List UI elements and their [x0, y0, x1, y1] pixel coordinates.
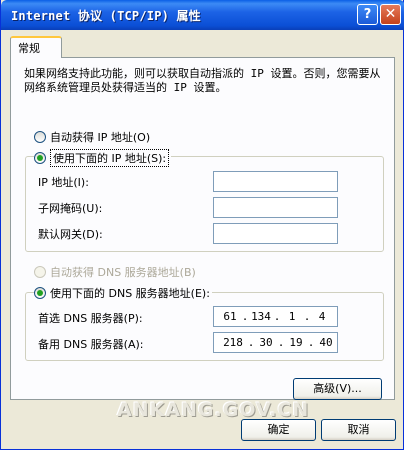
octet-separator: . [307, 336, 315, 349]
preferred-dns-octet: 134 [251, 310, 271, 323]
alternate-dns-octet: 218 [223, 336, 243, 349]
general-panel: 如果网络支持此功能，则可以获取自动指派的 IP 设置。否则，您需要从网络系统管理… [10, 57, 395, 400]
dialog-window: Internet 协议 (TCP/IP) 属性 ? ✕ 常规 如果网络支持此功能… [0, 0, 404, 450]
ip-auto-radio[interactable]: 自动获得 IP 地址(O) [34, 129, 150, 145]
octet-separator: . [303, 310, 311, 323]
ip-auto-label: 自动获得 IP 地址(O) [50, 131, 151, 144]
dns-manual-radio-icon [34, 287, 46, 299]
close-button[interactable]: ✕ [380, 4, 401, 25]
advanced-button[interactable]: 高级(V)... [293, 378, 382, 400]
dns-auto-radio: 自动获得 DNS 服务器地址(B) [34, 264, 196, 280]
cancel-button[interactable]: 取消 [321, 419, 396, 441]
ip-address-input[interactable] [213, 171, 338, 192]
preferred-dns-input[interactable]: 61 . 134 . 1 . 4 [213, 306, 338, 327]
dns-manual-label: 使用下面的 DNS 服务器地址(E): [50, 287, 210, 300]
window-title: Internet 协议 (TCP/IP) 属性 [11, 9, 201, 23]
radio-selected-dot [37, 290, 43, 296]
subnet-mask-input[interactable] [213, 197, 338, 218]
alternate-dns-octet: 30 [259, 336, 273, 349]
default-gateway-label: 默认网关(D): [38, 228, 103, 241]
ip-manual-radio[interactable]: 使用下面的 IP 地址(S): [34, 149, 172, 167]
dns-manual-radio[interactable]: 使用下面的 DNS 服务器地址(E): [34, 285, 212, 301]
site-watermark: ANKANG.GOV.CN [117, 399, 310, 421]
ip-address-label: IP 地址(I): [38, 176, 89, 189]
ip-manual-label: 使用下面的 IP 地址(S): [50, 149, 170, 167]
default-gateway-input[interactable] [213, 223, 338, 244]
ip-manual-radio-icon [34, 152, 46, 164]
preferred-dns-octet: 61 [223, 310, 237, 323]
radio-selected-dot [37, 155, 43, 161]
octet-separator: . [273, 310, 281, 323]
ok-button[interactable]: 确定 [241, 419, 316, 441]
preferred-dns-octet: 1 [288, 310, 296, 323]
dns-auto-radio-icon [34, 266, 46, 278]
title-bar[interactable]: Internet 协议 (TCP/IP) 属性 ? ✕ [1, 0, 404, 30]
help-button[interactable]: ? [357, 4, 378, 25]
description-text: 如果网络支持此功能，则可以获取自动指派的 IP 设置。否则，您需要从网络系统管理… [24, 67, 381, 94]
ip-auto-radio-icon [34, 131, 46, 143]
octet-separator: . [241, 310, 249, 323]
dns-auto-label: 自动获得 DNS 服务器地址(B) [50, 266, 196, 279]
subnet-mask-label: 子网掩码(U): [38, 202, 103, 215]
tab-general[interactable]: 常规 [10, 36, 62, 58]
octet-separator: . [247, 336, 255, 349]
alternate-dns-input[interactable]: 218 . 30 . 19 . 40 [213, 332, 338, 353]
alternate-dns-label: 备用 DNS 服务器(A): [38, 338, 144, 351]
octet-separator: . [277, 336, 285, 349]
preferred-dns-label: 首选 DNS 服务器(P): [38, 312, 143, 325]
alternate-dns-octet: 40 [319, 336, 333, 349]
preferred-dns-octet: 4 [318, 310, 326, 323]
alternate-dns-octet: 19 [289, 336, 303, 349]
